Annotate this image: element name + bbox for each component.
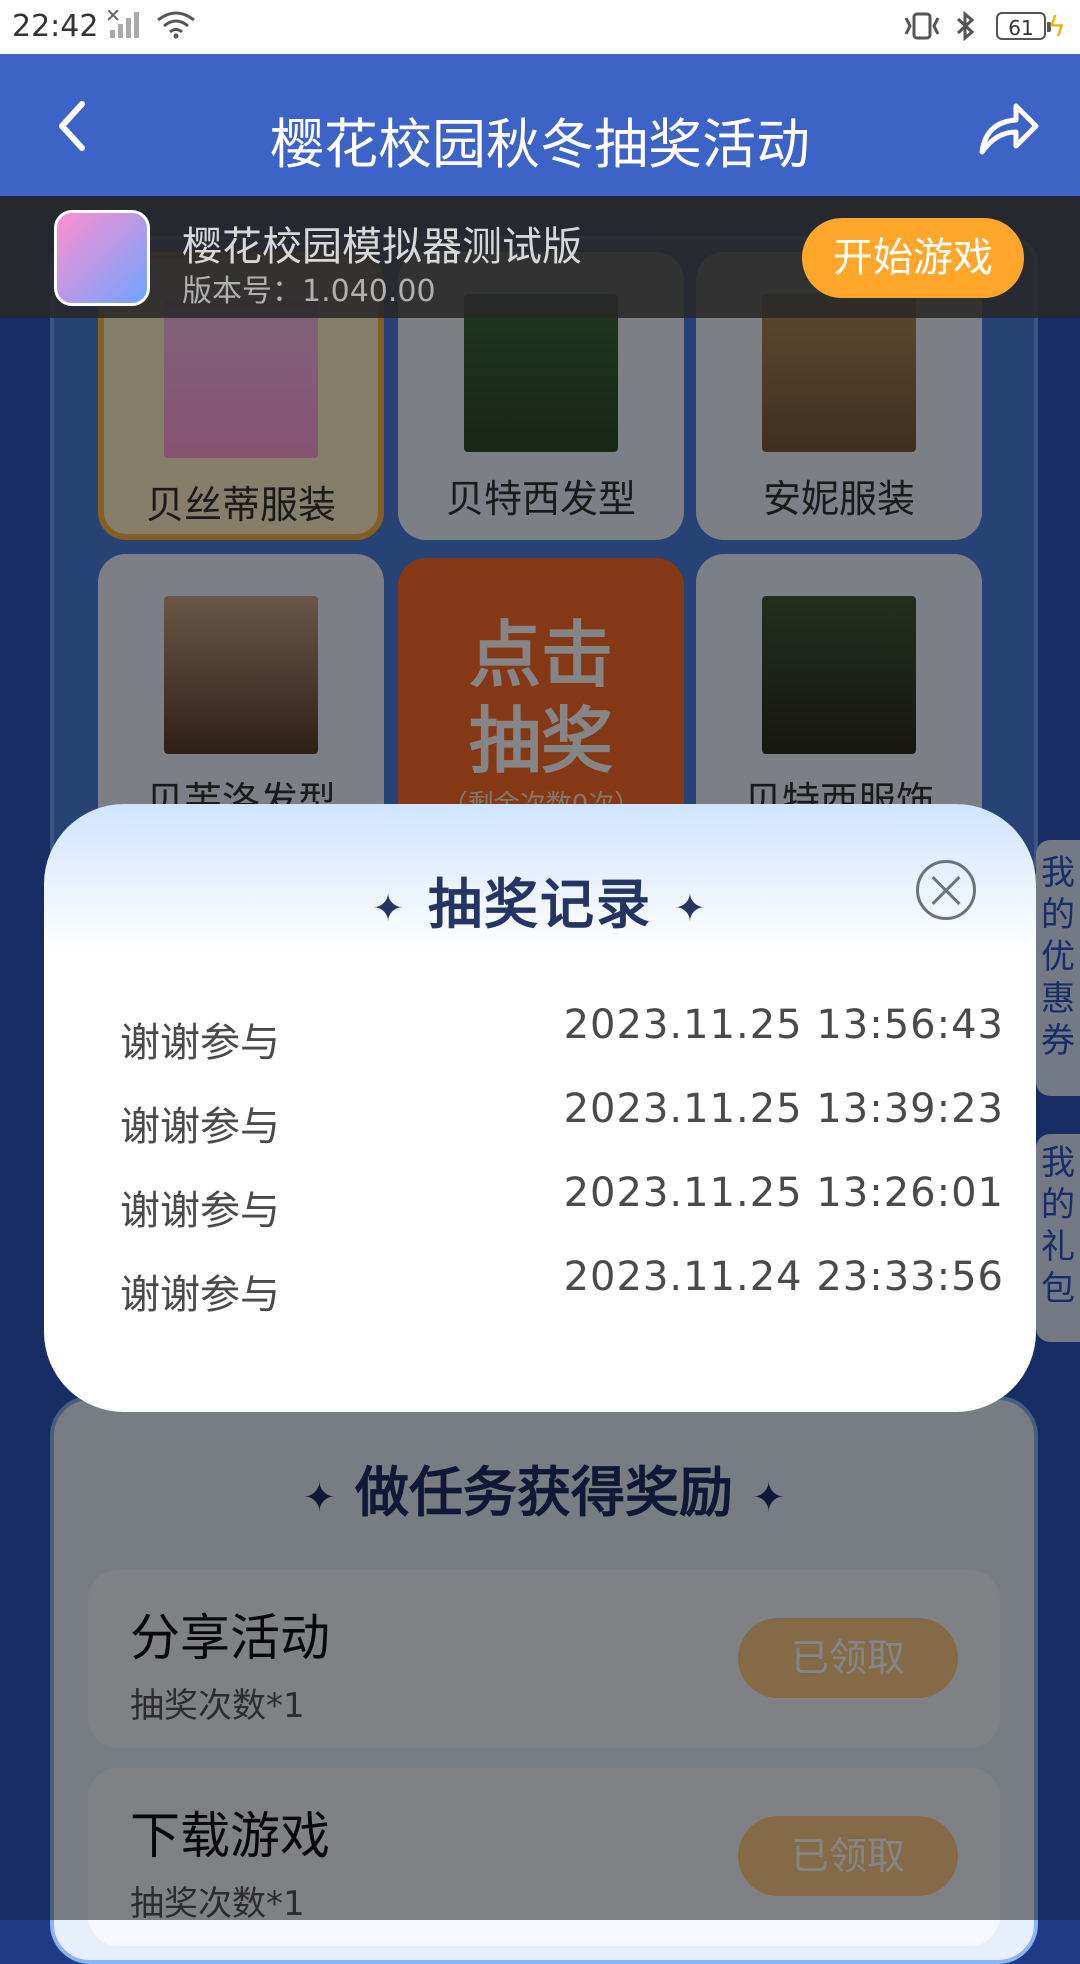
vibrate-icon (904, 12, 940, 40)
record-row: 谢谢参与 2023.11.25 13:26:01 (120, 1170, 1004, 1238)
status-bar: 22:42 61 ϟ (0, 0, 1080, 54)
close-icon[interactable] (916, 860, 976, 920)
record-result: 谢谢参与 (120, 1104, 280, 1150)
page-title: 樱花校园秋冬抽奖活动 (270, 113, 810, 176)
bluetooth-icon (956, 10, 975, 42)
record-result: 谢谢参与 (120, 1272, 280, 1318)
cellular-signal-icon (108, 10, 139, 38)
wifi-icon (157, 11, 195, 39)
start-game-button[interactable]: 开始游戏 (802, 218, 1024, 298)
record-row: 谢谢参与 2023.11.24 23:33:56 (120, 1254, 1004, 1322)
share-icon[interactable] (976, 98, 1040, 158)
record-result: 谢谢参与 (120, 1188, 280, 1234)
modal-title: ✦ 抽奖记录 ✦ (44, 860, 1036, 939)
charging-icon: ϟ (1047, 10, 1066, 43)
game-version: 版本号：1.040.00 (182, 274, 436, 309)
modal-title-text: 抽奖记录 (428, 873, 652, 936)
draw-records-modal: ✦ 抽奖记录 ✦ 谢谢参与 2023.11.25 13:56:43 谢谢参与 202… (44, 804, 1036, 1412)
record-time: 2023.11.25 13:56:43 (563, 1002, 1004, 1048)
app-header: 樱花校园秋冬抽奖活动 (0, 54, 1080, 196)
record-time: 2023.11.25 13:26:01 (563, 1170, 1004, 1216)
record-row: 谢谢参与 2023.11.25 13:56:43 (120, 1002, 1004, 1070)
game-app-icon (54, 210, 150, 306)
game-app-name: 樱花校园模拟器测试版 (182, 224, 582, 270)
status-time: 22:42 (12, 9, 99, 44)
record-time: 2023.11.24 23:33:56 (563, 1254, 1004, 1300)
record-time: 2023.11.25 13:39:23 (563, 1086, 1004, 1132)
record-row: 谢谢参与 2023.11.25 13:39:23 (120, 1086, 1004, 1154)
sparkle-icon: ✦ (674, 886, 708, 931)
sparkle-icon: ✦ (372, 886, 406, 931)
record-result: 谢谢参与 (120, 1020, 280, 1066)
game-bar: 樱花校园模拟器测试版 版本号：1.040.00 开始游戏 (0, 196, 1080, 318)
battery-indicator: 61 (996, 12, 1051, 40)
